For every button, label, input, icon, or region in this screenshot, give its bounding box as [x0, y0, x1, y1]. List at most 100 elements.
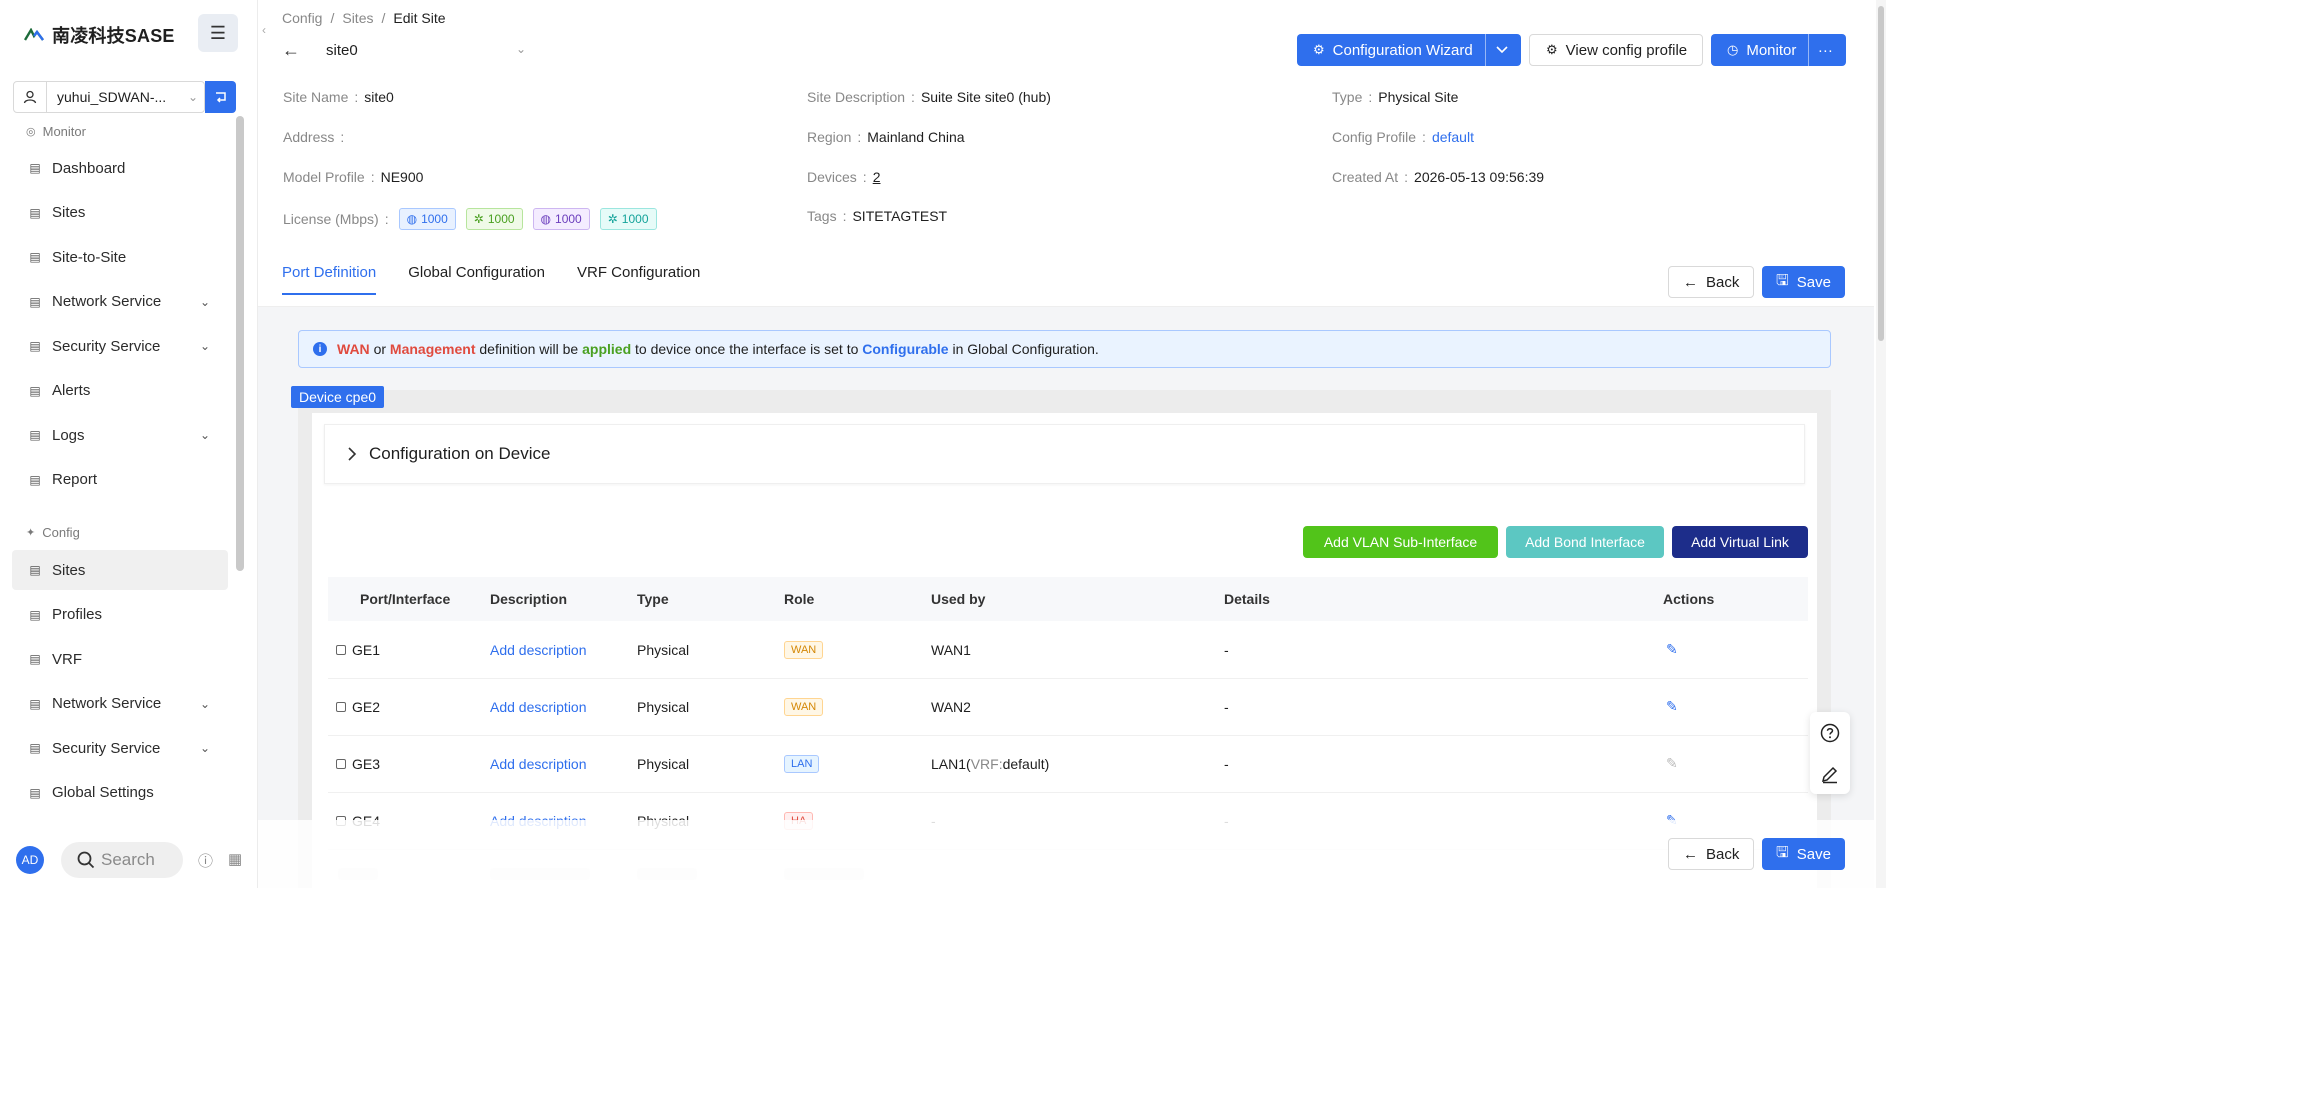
more-actions-button[interactable]: ··· — [1808, 34, 1841, 66]
sidebar-item-label: Sites — [52, 561, 86, 579]
view-config-profile-button[interactable]: ⚙ View config profile — [1529, 34, 1703, 66]
tenant-value: yuhui_SDWAN-... — [57, 89, 167, 105]
logo-icon — [24, 28, 44, 41]
sidebar-item-sites[interactable]: ▤ Sites — [12, 550, 228, 590]
sidebar-item-site-to-site[interactable]: ▤ Site-to-Site — [12, 237, 228, 277]
devices-link[interactable]: 2 — [873, 169, 881, 185]
used-by-cell: LAN1(VRF: default) — [931, 755, 1050, 772]
edit-icon[interactable]: ✎ — [1666, 621, 1678, 678]
network-icon: ▤ — [29, 250, 41, 264]
sidebar-item-security-service[interactable]: ▤ Security Service ⌄ — [12, 326, 228, 366]
star-icon: ✲ — [607, 212, 618, 226]
sidebar: 南凌科技SASE ☰ yuhui_SDWAN-... ⌄ ◎ Monitor ▤… — [0, 0, 258, 888]
add-vlan-sub-interface-button[interactable]: Add VLAN Sub-Interface — [1303, 526, 1498, 558]
back-button[interactable]: ← Back — [1668, 266, 1755, 298]
column-header[interactable]: Type — [637, 591, 669, 607]
column-header[interactable]: Actions — [1663, 591, 1714, 607]
chevron-left-icon[interactable]: ‹ — [258, 18, 270, 42]
user-icon — [14, 82, 47, 112]
sidebar-item-label: Security Service — [52, 337, 161, 355]
tenant-switch-button[interactable] — [205, 81, 236, 113]
log-icon: ▤ — [29, 428, 41, 442]
breadcrumb-sites[interactable]: Sites — [342, 10, 373, 26]
chevron-right-icon — [348, 447, 357, 461]
tenant-select[interactable]: yuhui_SDWAN-... ⌄ — [13, 81, 205, 113]
license-badge: ✲ 1000 — [465, 208, 523, 230]
sidebar-item-global-settings[interactable]: ▤ Global Settings — [12, 773, 228, 813]
main-scrollbar[interactable] — [1876, 0, 1886, 888]
sidebar-item-network-service[interactable]: ▤ Network Service ⌄ — [12, 282, 228, 322]
edit-note-icon[interactable] — [1820, 764, 1840, 784]
configuration-wizard-button[interactable]: ⚙ Configuration Wizard — [1297, 34, 1521, 66]
config-profile-link[interactable]: default — [1432, 129, 1474, 145]
port-icon — [336, 701, 346, 712]
edit-icon[interactable]: ✎ — [1666, 678, 1678, 735]
sidebar-item-security-service[interactable]: ▤ Security Service ⌄ — [12, 728, 228, 768]
add-description-link[interactable]: Add description — [490, 621, 587, 678]
column-header[interactable]: Description — [490, 591, 567, 607]
save-button-bottom[interactable]: 🖫 Save — [1762, 838, 1845, 870]
breadcrumb-current: Edit Site — [393, 10, 446, 26]
tab-global-configuration[interactable]: Global Configuration — [408, 264, 545, 295]
site-type-field: Type: Physical Site — [1332, 89, 1459, 105]
site-name-field: Site Name: site0 — [283, 89, 394, 105]
breadcrumb-config[interactable]: Config — [282, 10, 322, 26]
configuration-on-device-collapse[interactable]: Configuration on Device — [324, 424, 1805, 484]
chevron-down-icon — [1496, 46, 1508, 54]
chart-icon[interactable]: ▦ — [228, 850, 242, 868]
sidebar-item-label: Network Service — [52, 695, 162, 712]
dashboard-icon: ▤ — [29, 161, 41, 175]
role-badge: WAN — [784, 640, 824, 659]
column-header[interactable]: Port/Interface — [360, 591, 450, 607]
monitor-button[interactable]: ◷ Monitor ··· — [1711, 34, 1846, 66]
sidebar-item-sites[interactable]: ▤ Sites — [12, 193, 228, 233]
sidebar-footer: AD Search ⓘ ▦ — [0, 836, 258, 882]
table-header: Port/Interface Description Type Role Use… — [328, 577, 1808, 621]
tab-port-definition[interactable]: Port Definition — [282, 264, 377, 295]
floating-toolbar — [1810, 712, 1850, 794]
role-cell: WAN — [784, 678, 824, 735]
arrow-left-icon: ← — [1683, 273, 1698, 291]
add-bond-interface-button[interactable]: Add Bond Interface — [1506, 526, 1664, 558]
sidebar-item-network-service[interactable]: ▤ Network Service ⌄ — [12, 684, 228, 724]
details-cell: - — [1224, 641, 1229, 658]
wizard-dropdown-button[interactable] — [1484, 34, 1518, 66]
sidebar-item-vrf[interactable]: ▤ VRF — [12, 639, 228, 679]
edit-icon[interactable]: ✎ — [1666, 735, 1678, 792]
tab-vrf-configuration[interactable]: VRF Configuration — [577, 264, 700, 295]
add-virtual-link-button[interactable]: Add Virtual Link — [1672, 526, 1808, 558]
settings-icon: ⚙ — [1546, 42, 1558, 57]
sidebar-item-label: Network Service — [52, 293, 162, 310]
building-icon: ▤ — [29, 563, 41, 577]
sidebar-item-dashboard[interactable]: ▤ Dashboard — [12, 148, 228, 188]
save-button[interactable]: 🖫 Save — [1762, 266, 1845, 298]
profile-icon: ▤ — [29, 607, 41, 622]
back-button-bottom[interactable]: ← Back — [1668, 838, 1755, 870]
sidebar-item-logs[interactable]: ▤ Logs ⌄ — [12, 415, 228, 455]
gear-icon: ⚙ — [1313, 42, 1325, 57]
sticky-action-bar — [258, 820, 1874, 888]
column-header[interactable]: Used by — [931, 591, 985, 607]
site-select[interactable]: site0 ⌄ — [326, 42, 526, 59]
back-arrow-icon[interactable]: ← — [282, 40, 300, 61]
sidebar-item-alerts[interactable]: ▤ Alerts — [12, 371, 228, 411]
column-header[interactable]: Role — [784, 591, 814, 607]
chevron-down-icon: ⌄ — [199, 294, 210, 309]
search-input[interactable]: Search — [61, 842, 183, 878]
add-description-link[interactable]: Add description — [490, 678, 587, 735]
details-cell: - — [1224, 698, 1229, 715]
region-field: Region: Mainland China — [807, 129, 965, 145]
globe-icon: ◍ — [406, 212, 418, 226]
model-profile-field: Model Profile: NE900 — [283, 169, 424, 185]
sidebar-item-profiles[interactable]: ▤ Profiles — [12, 595, 228, 635]
column-header[interactable]: Details — [1224, 591, 1270, 607]
sidebar-item-label: Site-to-Site — [52, 248, 127, 266]
help-icon[interactable]: ⓘ — [198, 850, 213, 871]
avatar[interactable]: AD — [16, 846, 44, 874]
sidebar-scrollbar[interactable] — [236, 116, 244, 571]
sidebar-item-report[interactable]: ▤ Report — [12, 460, 228, 500]
help-circle-icon[interactable] — [1820, 723, 1840, 743]
sidebar-collapse-button[interactable]: ☰ — [198, 14, 238, 52]
building-icon: ▤ — [29, 205, 41, 220]
add-description-link[interactable]: Add description — [490, 735, 587, 792]
